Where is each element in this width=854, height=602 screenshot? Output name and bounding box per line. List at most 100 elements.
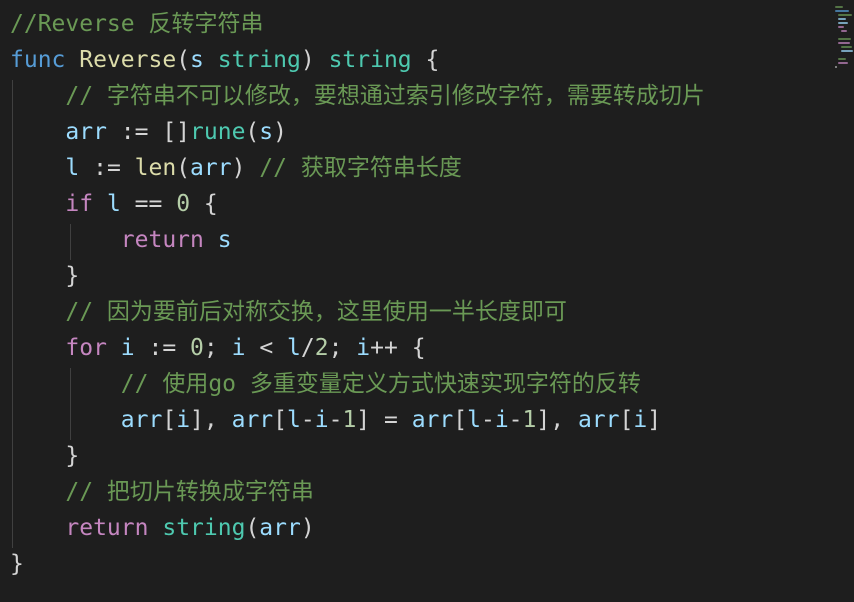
minimap-line (838, 58, 846, 60)
code-token-default: := [] (106, 119, 191, 145)
code-token-default (204, 227, 218, 253)
minimap-line (838, 14, 852, 16)
code-token-default (10, 83, 65, 109)
code-line: return s (10, 222, 232, 258)
code-token-default: ] (647, 407, 662, 433)
code-token-default: ) (273, 119, 287, 145)
code-token-variable: l (467, 407, 481, 433)
code-token-default (10, 155, 65, 181)
code-token-default: - (328, 407, 343, 433)
code-token-variable: s (217, 227, 232, 253)
code-token-default (65, 47, 79, 73)
code-token-default: { (411, 47, 440, 73)
code-token-default (10, 515, 65, 541)
code-line: } (10, 546, 24, 582)
code-token-variable: l (287, 335, 301, 361)
minimap-line (841, 30, 847, 32)
code-line: return string(arr) (10, 510, 315, 546)
code-token-default: ) (300, 515, 315, 541)
code-token-default (10, 407, 121, 433)
code-token-variable: arr (411, 407, 454, 433)
minimap-line (835, 6, 843, 8)
code-line: arr[i], arr[l-i-1] = arr[l-i-1], arr[i] (10, 402, 661, 438)
code-token-function: len (134, 155, 177, 181)
code-token-default: ; (203, 335, 232, 361)
code-token-number: 0 (176, 191, 191, 217)
code-token-default: / (300, 335, 315, 361)
code-token-default: < (245, 335, 288, 361)
code-token-default: ( (176, 155, 191, 181)
code-line: for i := 0; i < l/2; i++ { (10, 330, 426, 366)
code-token-variable: i (633, 407, 648, 433)
code-token-variable: i (314, 407, 329, 433)
code-line: // 使用go 多重变量定义方式快速实现字符的反转 (10, 366, 641, 402)
code-token-default (204, 47, 218, 73)
minimap-line (841, 46, 852, 48)
code-token-comment: //Reverse 反转字符串 (10, 11, 264, 37)
code-token-storage: func (10, 47, 66, 73)
code-token-comment: // 获取字符串长度 (259, 155, 462, 181)
code-token-default: ) (231, 155, 260, 181)
minimap-line (838, 62, 848, 64)
minimap-line (838, 26, 844, 28)
code-token-number: 1 (522, 407, 537, 433)
code-editor[interactable]: //Reverse 反转字符串 func Reverse(s string) st… (0, 0, 854, 602)
code-token-keyword: return (120, 227, 204, 253)
minimap-line (838, 18, 846, 20)
code-line: func Reverse(s string) string { (10, 42, 439, 78)
code-token-default: == (120, 191, 177, 217)
code-line: arr := []rune(s) (10, 114, 287, 150)
code-line: } (10, 438, 79, 474)
code-token-variable: i (494, 407, 509, 433)
code-token-default: [ (162, 407, 177, 433)
code-token-default: ( (245, 119, 260, 145)
minimap-line (835, 66, 837, 68)
code-line: if l == 0 { (10, 186, 218, 222)
code-token-default: - (508, 407, 523, 433)
code-token-variable: l (106, 191, 121, 217)
code-token-default: := (79, 155, 135, 181)
code-token-default (107, 335, 121, 361)
code-token-comment: // 字符串不可以修改，要想通过索引修改字符，需要转成切片 (65, 83, 705, 109)
code-token-default: { (190, 191, 218, 217)
code-token-variable: l (65, 155, 80, 181)
code-token-default: } (10, 551, 24, 577)
code-token-default: ], (190, 407, 232, 433)
code-token-default: - (300, 407, 315, 433)
code-line: l := len(arr) // 获取字符串长度 (10, 150, 462, 186)
code-token-default: - (480, 407, 495, 433)
code-token-default: ; (328, 335, 357, 361)
code-token-function: Reverse (79, 47, 177, 73)
code-line: // 因为要前后对称交换，这里使用一半长度即可 (10, 294, 567, 330)
code-token-default: ( (245, 515, 260, 541)
minimap[interactable] (833, 0, 854, 80)
code-line: // 字符串不可以修改，要想通过索引修改字符，需要转成切片 (10, 78, 705, 114)
code-line: } (10, 258, 79, 294)
code-token-default: := (134, 335, 191, 361)
minimap-line (838, 42, 850, 44)
code-line: // 把切片转换成字符串 (10, 474, 314, 510)
code-token-default (10, 335, 65, 361)
code-token-number: 2 (314, 335, 329, 361)
code-token-default: } (10, 263, 80, 289)
code-token-default: ( (176, 47, 191, 73)
code-token-type: string (328, 47, 412, 73)
code-token-default: ++ { (370, 335, 426, 361)
code-token-keyword: for (65, 335, 107, 361)
code-token-default (10, 227, 121, 253)
minimap-line (838, 22, 848, 24)
code-token-default: [ (273, 407, 287, 433)
code-token-comment: // 把切片转换成字符串 (65, 479, 314, 505)
code-token-default: [ (619, 407, 634, 433)
code-token-variable: arr (65, 119, 107, 145)
code-line: //Reverse 反转字符串 (10, 6, 263, 42)
code-token-variable: arr (259, 515, 301, 541)
code-token-comment: // 因为要前后对称交换，这里使用一半长度即可 (65, 299, 567, 325)
code-token-default: [ (453, 407, 468, 433)
code-token-variable: arr (120, 407, 163, 433)
code-token-keyword: if (65, 191, 94, 217)
code-token-variable: i (356, 335, 371, 361)
code-token-type: string (217, 47, 301, 73)
code-token-number: 0 (190, 335, 204, 361)
code-token-default (10, 299, 65, 325)
